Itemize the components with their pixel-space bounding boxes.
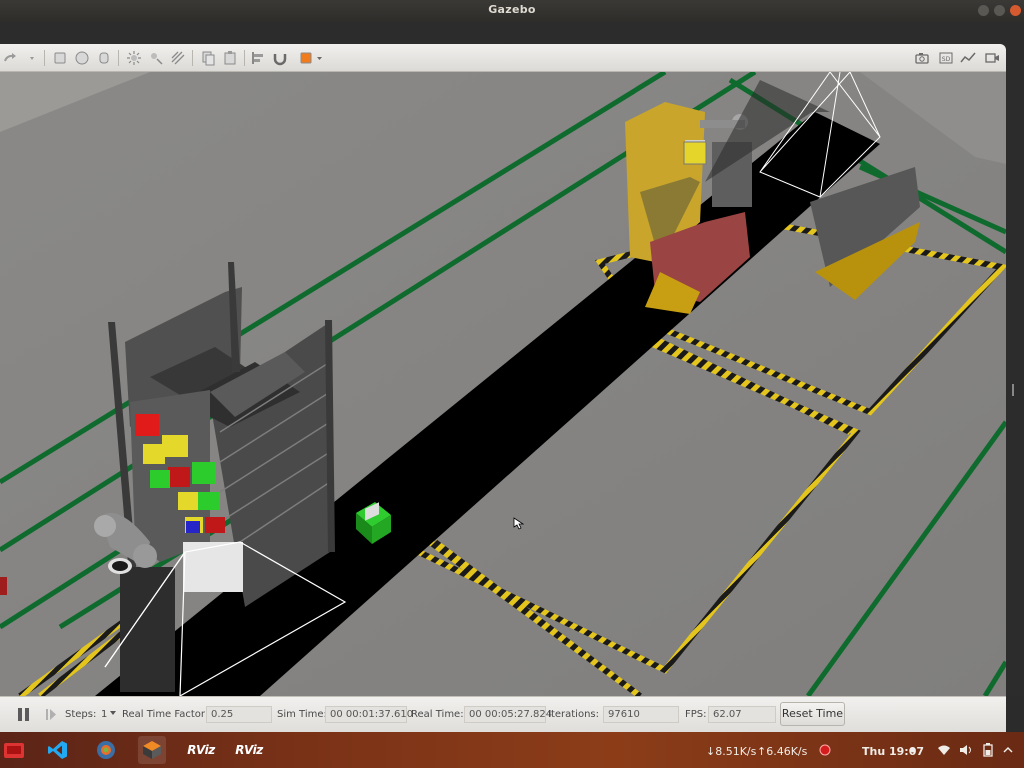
cylinder-shape-icon[interactable] (96, 50, 112, 66)
sim-time-label: Sim Time: (277, 709, 327, 720)
maximize-icon[interactable] (994, 5, 1005, 16)
gazebo-icon (143, 741, 161, 759)
toolbar-separator (192, 50, 193, 66)
package-yellow (143, 444, 165, 464)
toolbar: SD (0, 44, 1006, 72)
close-icon[interactable] (1010, 5, 1021, 16)
taskbar-app-browser[interactable] (92, 736, 120, 764)
toolbar-separator (118, 50, 119, 66)
taskbar-app-vscode[interactable] (44, 736, 72, 764)
fps-field: 62.07 (708, 706, 776, 723)
package-yellow (162, 435, 188, 457)
step-icon[interactable] (44, 707, 58, 722)
directional-light-icon[interactable] (170, 50, 186, 66)
steps-label: Steps: (65, 709, 97, 720)
sphere-shape-icon[interactable] (74, 50, 90, 66)
window-titlebar[interactable]: Gazebo (0, 0, 1024, 22)
net-upload-rate: ↑6.46K/s (757, 745, 808, 758)
fps-label: FPS: (685, 709, 707, 720)
pause-icon[interactable] (18, 708, 30, 721)
right-panel-splitter[interactable] (1006, 44, 1024, 696)
video-record-icon[interactable] (984, 50, 1000, 66)
copy-icon[interactable] (200, 50, 216, 66)
snap-icon[interactable] (272, 50, 288, 66)
steps-value[interactable]: 1 (101, 709, 107, 720)
minimize-icon[interactable] (978, 5, 989, 16)
software-center-icon (4, 743, 24, 758)
reset-time-button[interactable]: Reset Time (780, 702, 845, 726)
taskbar-app-software[interactable] (0, 736, 28, 764)
rviz-icon: RViz (187, 743, 215, 757)
desktop: Gazebo SD Steps: 1 Real Time Factor: 0.2… (0, 0, 1024, 768)
package-red (135, 414, 159, 436)
taskbar-app-rviz-1[interactable]: RViz (184, 736, 218, 764)
sim-time-field: 00 00:01:37.610 (325, 706, 413, 723)
paste-icon[interactable] (222, 50, 238, 66)
window-title: Gazebo (488, 3, 536, 16)
plot-icon[interactable] (960, 50, 976, 66)
scene-render[interactable] (0, 72, 1006, 696)
iterations-field: 97610 (603, 706, 679, 723)
rtf-label: Real Time Factor: (122, 709, 209, 720)
taskbar-app-rviz-2[interactable]: RViz (232, 736, 266, 764)
color-dropdown-icon[interactable] (312, 50, 328, 66)
package-blue (186, 521, 200, 533)
real-time-field: 00 00:05:27.824 (464, 706, 552, 723)
box-shape-icon[interactable] (52, 50, 68, 66)
package-green (150, 470, 170, 488)
steps-dropdown-icon[interactable] (110, 711, 116, 715)
record-indicator-icon[interactable] (816, 736, 834, 764)
notification-dot-icon (908, 736, 918, 764)
system-taskbar: RViz RViz ↓8.51K/s ↑6.46K/s Thu 19:07 (0, 732, 1024, 768)
screenshot-icon[interactable] (914, 50, 930, 66)
rviz-icon: RViz (235, 743, 263, 757)
align-icon[interactable] (250, 50, 266, 66)
toolbar-separator (244, 50, 245, 66)
real-time-label: Real Time: (411, 709, 464, 720)
package-green (192, 462, 216, 484)
system-menu-caret-icon[interactable] (998, 736, 1018, 764)
package-red (205, 517, 225, 533)
package-red (168, 467, 190, 487)
spot-light-icon[interactable] (148, 50, 164, 66)
time-panel: Steps: 1 Real Time Factor: 0.25 Sim Time… (0, 696, 1006, 732)
svg-text:SD: SD (942, 56, 951, 63)
redo-dropdown-icon[interactable] (24, 50, 40, 66)
window-menubar-area (0, 22, 1024, 46)
battery-icon[interactable] (978, 736, 998, 764)
rtf-field: 0.25 (206, 706, 272, 723)
package-yellow (178, 492, 198, 510)
wifi-icon[interactable] (934, 736, 954, 764)
taskbar-app-gazebo[interactable] (138, 736, 166, 764)
log-data-icon[interactable]: SD (938, 50, 954, 66)
package-green (198, 492, 220, 510)
browser-icon (97, 741, 115, 759)
toolbar-separator (44, 50, 45, 66)
redo-icon[interactable] (2, 50, 18, 66)
vscode-icon (48, 741, 67, 759)
iterations-label: Iterations: (548, 709, 599, 720)
scene-viewport[interactable] (0, 72, 1006, 696)
net-download-rate: ↓8.51K/s (706, 745, 757, 758)
point-light-icon[interactable] (126, 50, 142, 66)
volume-icon[interactable] (956, 736, 976, 764)
